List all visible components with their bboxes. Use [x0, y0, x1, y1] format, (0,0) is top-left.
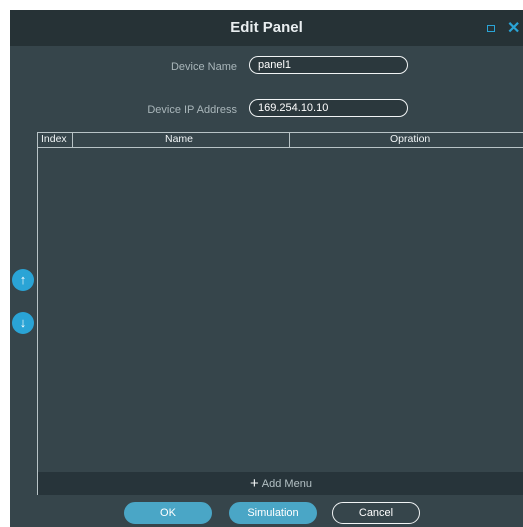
device-ip-label: Device IP Address: [147, 104, 237, 116]
plus-icon: +: [250, 475, 259, 492]
close-icon[interactable]: ✕: [507, 18, 520, 38]
cancel-button[interactable]: Cancel: [332, 502, 420, 524]
arrow-up-icon[interactable]: ↑: [12, 269, 34, 291]
menu-table: Index Name Opration + Add Menu: [37, 132, 523, 495]
device-name-input[interactable]: [249, 56, 408, 74]
column-header-operation[interactable]: Opration: [390, 133, 430, 147]
column-header-name[interactable]: Name: [165, 133, 193, 147]
column-divider: [289, 133, 290, 147]
column-divider: [72, 133, 73, 147]
device-name-label: Device Name: [170, 61, 237, 73]
column-header-index[interactable]: Index: [41, 133, 67, 147]
edit-panel-dialog: Edit Panel ✕ Device Name Device IP Addre…: [10, 10, 523, 527]
device-ip-input[interactable]: [249, 99, 408, 117]
add-menu-label: Add Menu: [261, 478, 312, 490]
maximize-icon[interactable]: [487, 25, 495, 32]
simulation-button[interactable]: Simulation: [229, 502, 317, 524]
ok-button[interactable]: OK: [124, 502, 212, 524]
arrow-down-icon[interactable]: ↓: [12, 312, 34, 334]
table-body: [38, 148, 523, 472]
table-header: Index Name Opration: [38, 132, 523, 148]
title-bar[interactable]: Edit Panel ✕: [10, 10, 523, 46]
add-menu-button[interactable]: + Add Menu: [38, 472, 523, 495]
dialog-title: Edit Panel: [230, 19, 303, 36]
